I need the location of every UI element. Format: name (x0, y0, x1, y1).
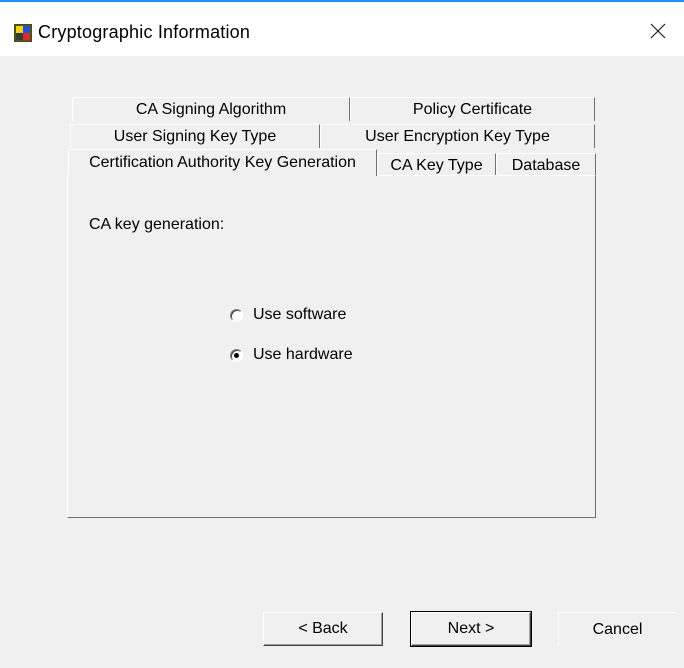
option-use-hardware[interactable]: Use hardware (230, 346, 353, 364)
app-icon (14, 24, 32, 42)
tab-panel: CA key generation: Use software Use hard… (67, 175, 596, 518)
tab-label: Certification Authority Key Generation (89, 154, 356, 171)
cancel-button[interactable]: Cancel (558, 612, 676, 646)
tab-ca-key-type[interactable]: CA Key Type (377, 153, 496, 177)
close-icon (650, 23, 666, 39)
tab-ca-signing-algorithm[interactable]: CA Signing Algorithm (72, 97, 350, 121)
radio-use-hardware[interactable] (230, 348, 243, 362)
next-button[interactable]: Next > (410, 611, 532, 647)
title-bar: Cryptographic Information (0, 4, 684, 56)
radio-label: Use hardware (253, 346, 353, 363)
cancel-button-label: Cancel (592, 620, 643, 638)
option-use-software[interactable]: Use software (230, 306, 346, 324)
tab-label: CA Signing Algorithm (135, 100, 287, 118)
window-title: Cryptographic Information (38, 22, 251, 42)
close-button[interactable] (632, 6, 684, 56)
tab-certification-authority-key-generation[interactable]: Certification Authority Key Generation (68, 149, 377, 176)
section-label: CA key generation: (89, 216, 225, 233)
tab-label: Database (511, 156, 581, 174)
back-button[interactable]: < Back (263, 612, 383, 646)
tab-policy-certificate[interactable]: Policy Certificate (350, 97, 595, 121)
tab-user-encryption-key-type[interactable]: User Encryption Key Type (320, 124, 595, 148)
back-button-label: < Back (298, 620, 348, 637)
radio-use-software[interactable] (230, 308, 243, 322)
tab-label: Policy Certificate (412, 100, 533, 118)
dialog-window: Cryptographic Information CA Signing Alg… (0, 0, 684, 668)
next-button-label: Next > (447, 620, 495, 637)
tab-label: User Signing Key Type (113, 127, 277, 145)
tab-label: CA Key Type (390, 156, 483, 174)
tab-label: User Encryption Key Type (365, 127, 550, 145)
tab-database[interactable]: Database (496, 153, 596, 177)
tab-user-signing-key-type[interactable]: User Signing Key Type (70, 124, 320, 148)
radio-label: Use software (253, 306, 347, 323)
